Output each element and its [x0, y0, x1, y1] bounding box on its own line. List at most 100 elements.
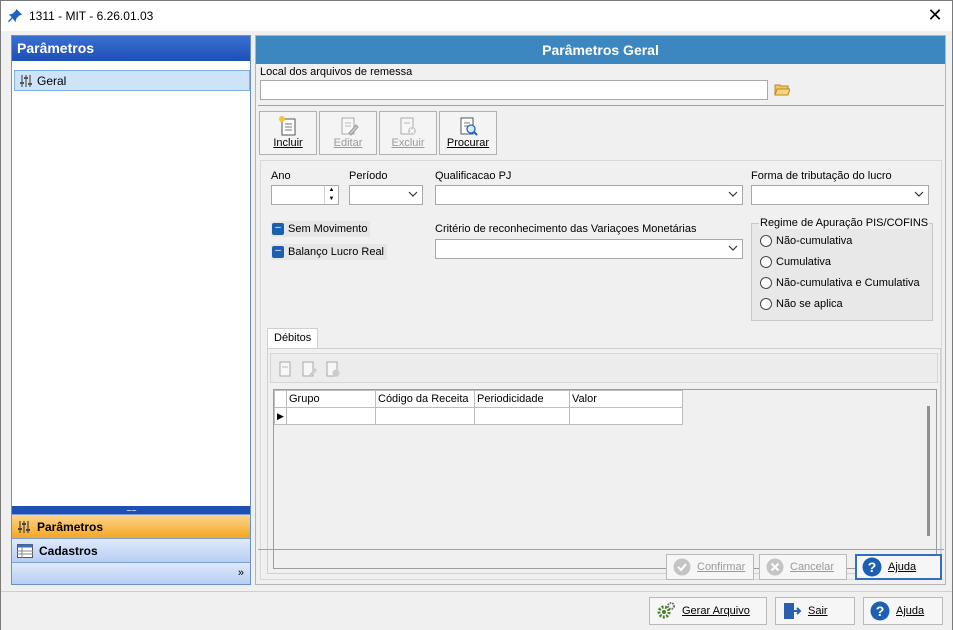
left-navigation: Parâmetros Geral ........ Parâmetros Cad…: [11, 35, 251, 585]
forma-tributacao-label: Forma de tributação do lucro: [751, 170, 892, 182]
edit-row-icon[interactable]: [301, 360, 317, 378]
qualificacao-select[interactable]: [435, 185, 743, 205]
spin-arrows-icon[interactable]: ▲ ▼: [324, 186, 338, 204]
svg-text:?: ?: [868, 559, 877, 575]
local-label: Local dos arquivos de remessa: [260, 66, 413, 78]
new-row-icon[interactable]: [277, 360, 293, 378]
balanco-checkbox[interactable]: – Balanço Lucro Real: [271, 244, 388, 260]
cancelar-button[interactable]: Cancelar: [759, 554, 847, 580]
radio-nao-se-aplica[interactable]: Não se aplica: [760, 298, 843, 310]
title-bar: 1311 - MIT - 6.26.01.03 ✕: [1, 1, 952, 31]
nav-button-parametros[interactable]: Parâmetros: [12, 514, 250, 538]
ajuda-panel-button[interactable]: ? Ajuda: [855, 554, 942, 580]
col-periodicidade[interactable]: Periodicidade: [474, 390, 570, 408]
sem-movimento-checkbox[interactable]: – Sem Movimento: [271, 221, 371, 237]
procurar-button[interactable]: Procurar: [439, 111, 497, 155]
confirmar-button[interactable]: Confirmar: [666, 554, 754, 580]
vertical-scrollbar[interactable]: [927, 406, 930, 536]
balanco-label: Balanço Lucro Real: [288, 246, 385, 258]
window-title: 1311 - MIT - 6.26.01.03: [29, 9, 154, 23]
chevron-double-icon: »: [237, 567, 244, 579]
ajuda-footer-label: Ajuda: [896, 605, 925, 617]
sem-movimento-label: Sem Movimento: [288, 223, 368, 235]
criterio-select[interactable]: [435, 239, 743, 259]
radio-nao-cumulativa-e-cumulativa[interactable]: Não-cumulativa e Cumulativa: [760, 277, 920, 289]
search-document-icon: [460, 117, 478, 136]
col-grupo[interactable]: Grupo: [286, 390, 376, 408]
svg-text:?: ?: [876, 603, 885, 619]
check-circle-icon: [673, 558, 691, 576]
nav-button-label: Cadastros: [39, 543, 98, 558]
editar-button[interactable]: Editar: [319, 111, 377, 155]
debitos-panel: Grupo Código da Receita Periodicidade Va…: [267, 348, 941, 574]
divider: [258, 105, 944, 106]
local-input[interactable]: [260, 80, 768, 100]
ajuda-footer-button[interactable]: ? Ajuda: [863, 597, 943, 625]
confirmar-label: Confirmar: [697, 561, 746, 573]
excluir-label: Excluir: [391, 137, 425, 149]
panel-header: Parâmetros Geral: [256, 36, 945, 64]
grid-table: Grupo Código da Receita Periodicidade Va…: [274, 390, 683, 425]
grid-toolbar: [270, 353, 938, 383]
app-window: 1311 - MIT - 6.26.01.03 ✕ Parâmetros Ger…: [0, 0, 953, 630]
sliders-icon: [20, 74, 32, 87]
row-indicator-icon: ▶: [274, 407, 287, 425]
help-icon: ?: [862, 557, 882, 577]
checkbox-indeterminate-icon: –: [272, 246, 284, 258]
nav-button-label: Parâmetros: [37, 519, 104, 534]
chevron-down-icon: [408, 191, 418, 197]
excluir-button[interactable]: Excluir: [379, 111, 437, 155]
delete-row-icon[interactable]: [325, 360, 341, 378]
periodo-select[interactable]: [349, 185, 423, 205]
grid-header-row: Grupo Código da Receita Periodicidade Va…: [274, 390, 683, 408]
main-panel: Parâmetros Geral Local dos arquivos de r…: [255, 35, 946, 585]
chevron-down-icon: [728, 245, 738, 251]
gerar-arquivo-button[interactable]: Gerar Arquivo: [649, 597, 767, 625]
pushpin-icon: [8, 8, 23, 23]
checkbox-indeterminate-icon: –: [272, 223, 284, 235]
procurar-label: Procurar: [446, 137, 490, 149]
radio-cumulativa[interactable]: Cumulativa: [760, 256, 831, 268]
sair-label: Sair: [808, 605, 828, 617]
footer: Gerar Arquivo Sair ? Ajuda: [1, 591, 952, 630]
edit-document-icon: [341, 117, 359, 136]
ano-stepper[interactable]: ▲ ▼: [271, 185, 339, 205]
help-icon: ?: [870, 601, 890, 621]
exit-door-icon: [784, 603, 802, 619]
col-codigo-receita[interactable]: Código da Receita: [375, 390, 475, 408]
incluir-button[interactable]: Incluir: [259, 111, 317, 155]
cancel-circle-icon: [766, 558, 784, 576]
divider: [258, 549, 944, 550]
gears-icon: [657, 602, 675, 619]
incluir-label: Incluir: [273, 137, 303, 149]
sair-button[interactable]: Sair: [775, 597, 855, 625]
table-row[interactable]: ▶: [274, 407, 683, 425]
chevron-down-icon: [914, 191, 924, 197]
close-icon[interactable]: ✕: [924, 4, 946, 26]
table-icon: [17, 543, 33, 558]
qualificacao-label: Qualificacao PJ: [435, 170, 512, 182]
new-document-icon: [279, 116, 296, 136]
gerar-label: Gerar Arquivo: [682, 605, 750, 617]
tab-debitos[interactable]: Débitos: [267, 328, 319, 349]
nav-splitter[interactable]: ........: [12, 505, 250, 514]
forma-tributacao-select[interactable]: [751, 185, 929, 205]
nav-more-button[interactable]: »: [12, 562, 250, 584]
sliders-icon: [18, 520, 30, 533]
tree-item-geral[interactable]: Geral: [14, 70, 250, 91]
tree-item-label: Geral: [37, 73, 67, 88]
criterio-label: Critério de reconhecimento das Variaçoes…: [435, 223, 697, 235]
ajuda-label: Ajuda: [888, 561, 917, 573]
cancelar-label: Cancelar: [790, 561, 835, 573]
form-area: Ano ▲ ▼ Período Qualificacao PJ Forma de …: [260, 160, 942, 580]
regime-groupbox: Regime de Apuração PIS/COFINS Não-cumula…: [751, 217, 933, 321]
col-valor[interactable]: Valor: [569, 390, 683, 408]
ano-label: Ano: [271, 170, 291, 182]
delete-document-icon: [400, 117, 416, 135]
nav-header: Parâmetros: [12, 36, 250, 61]
radio-nao-cumulativa[interactable]: Não-cumulativa: [760, 235, 852, 247]
folder-open-icon[interactable]: [772, 80, 792, 100]
nav-button-cadastros[interactable]: Cadastros: [12, 538, 250, 562]
regime-title: Regime de Apuração PIS/COFINS: [759, 217, 930, 229]
debitos-grid[interactable]: Grupo Código da Receita Periodicidade Va…: [273, 389, 937, 569]
